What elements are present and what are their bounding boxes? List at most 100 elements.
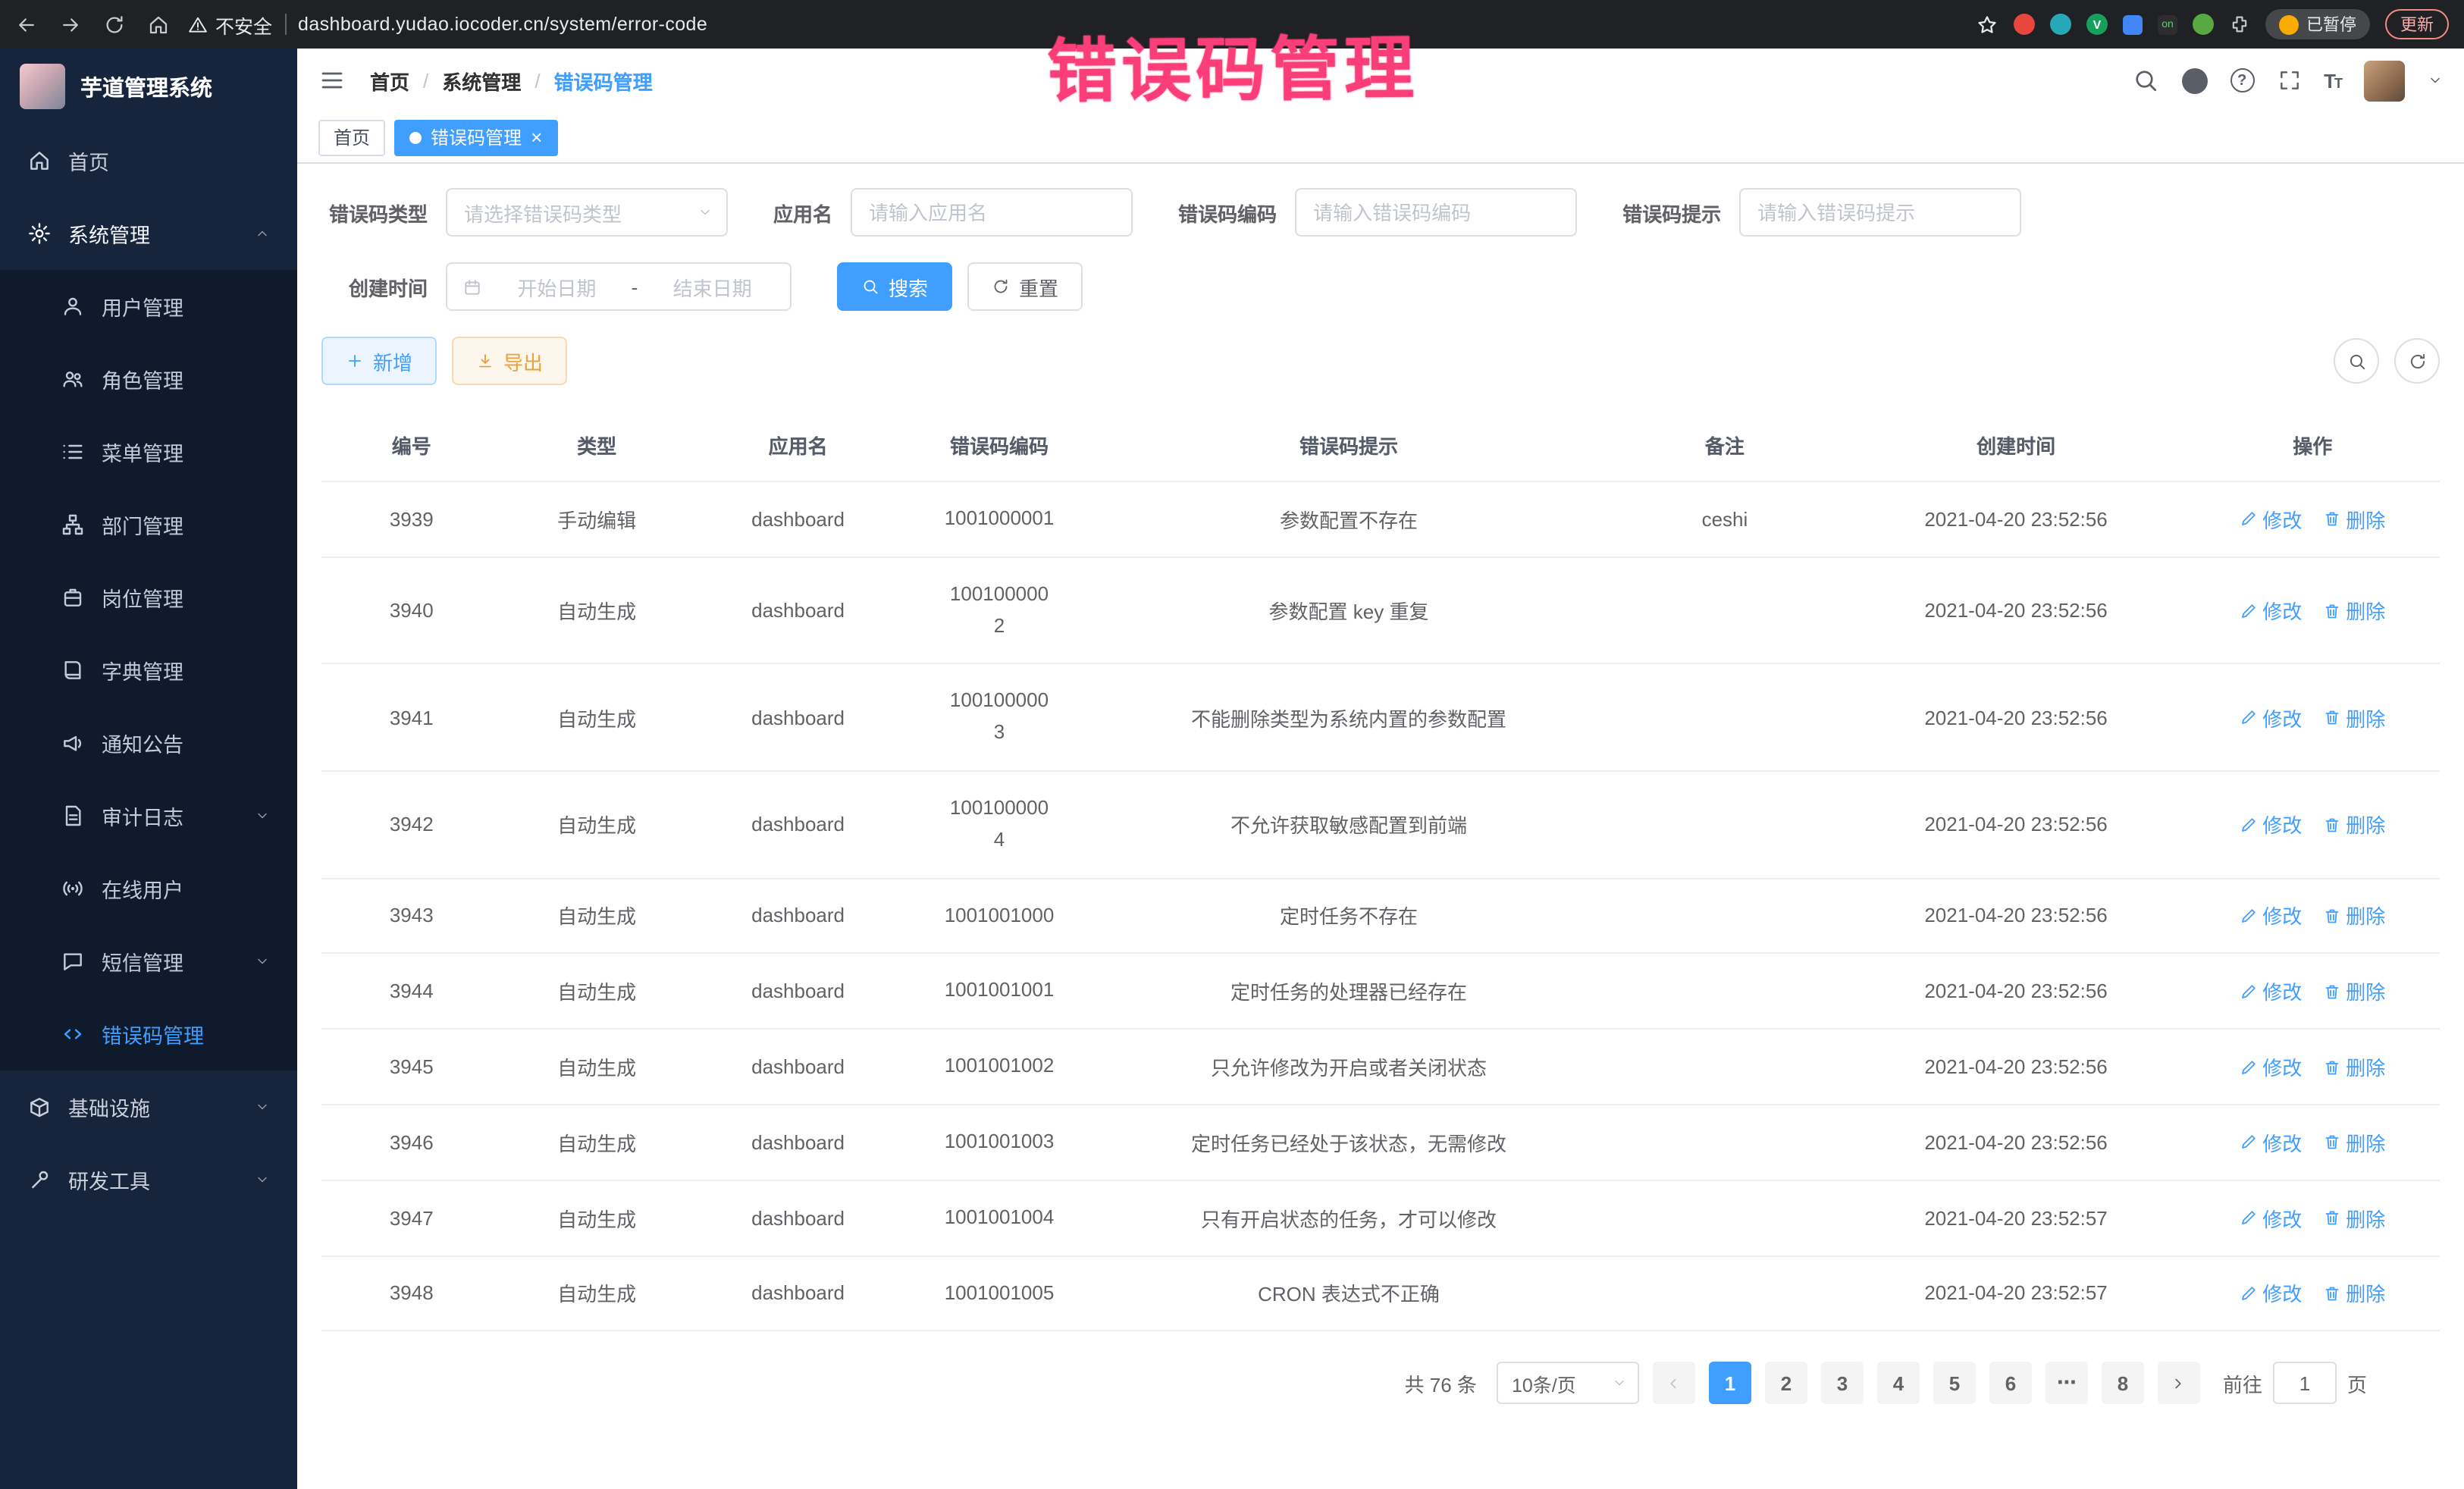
sidebar-item-infrastructure[interactable]: 基础设施: [0, 1071, 297, 1143]
sidebar-item-dictionary-management[interactable]: 字典管理: [0, 634, 297, 707]
users-icon: [61, 367, 85, 391]
breadcrumb-current: 错误码管理: [554, 66, 653, 95]
delete-link[interactable]: 删除: [2323, 1203, 2385, 1232]
extensions-puzzle-icon[interactable]: [2229, 14, 2250, 35]
logo[interactable]: 芋道管理系统: [0, 49, 297, 124]
security-indicator[interactable]: 不安全: [188, 10, 272, 39]
sidebar-toggle-icon[interactable]: [318, 67, 346, 94]
sidebar-item-error-code-management[interactable]: 错误码管理: [0, 998, 297, 1071]
sidebar-item-sms-management[interactable]: 短信管理: [0, 925, 297, 998]
edit-link[interactable]: 修改: [2240, 977, 2302, 1006]
tab-home[interactable]: 首页: [318, 119, 385, 155]
pagination-page-4[interactable]: 4: [1877, 1362, 1920, 1405]
edit-link[interactable]: 修改: [2240, 596, 2302, 625]
reload-icon[interactable]: [103, 13, 126, 36]
fullscreen-icon[interactable]: [2277, 68, 2301, 92]
search-icon[interactable]: [2131, 67, 2158, 94]
sidebar-item-audit-log[interactable]: 审计日志: [0, 779, 297, 852]
back-icon[interactable]: [15, 13, 38, 36]
extension-icon-leaf[interactable]: [2193, 14, 2214, 35]
font-size-icon[interactable]: TT: [2324, 69, 2341, 92]
tab-error-code-management[interactable]: 错误码管理 ×: [394, 119, 557, 155]
pagination-page-8[interactable]: 8: [2102, 1362, 2144, 1405]
toggle-search-button[interactable]: [2334, 338, 2379, 384]
pagination-next[interactable]: [2158, 1362, 2200, 1405]
delete-link[interactable]: 删除: [2323, 1052, 2385, 1081]
sidebar-item-user-management[interactable]: 用户管理: [0, 270, 297, 343]
delete-link[interactable]: 删除: [2323, 810, 2385, 839]
sidebar-item-menu-management[interactable]: 菜单管理: [0, 415, 297, 488]
sidebar-item-online-users[interactable]: 在线用户: [0, 852, 297, 925]
sidebar-item-department-management[interactable]: 部门管理: [0, 488, 297, 561]
pagination-more[interactable]: ⋯: [2045, 1362, 2088, 1405]
sidebar-item-announcement[interactable]: 通知公告: [0, 707, 297, 779]
edit-link[interactable]: 修改: [2240, 1203, 2302, 1232]
sidebar-item-role-management[interactable]: 角色管理: [0, 343, 297, 415]
delete-link[interactable]: 删除: [2323, 1128, 2385, 1157]
error-code-input[interactable]: [1295, 188, 1577, 237]
delete-link[interactable]: 删除: [2323, 596, 2385, 625]
profile-paused-badge[interactable]: 已暂停: [2265, 9, 2370, 39]
extension-icon-green[interactable]: V: [2086, 14, 2108, 35]
edit-link[interactable]: 修改: [2240, 505, 2302, 534]
sidebar-item-system-management[interactable]: 系统管理: [0, 197, 297, 270]
extension-icon-on[interactable]: on: [2158, 14, 2177, 34]
delete-icon: [2323, 1284, 2341, 1302]
chevron-down-icon: [255, 808, 270, 823]
forward-icon[interactable]: [59, 13, 82, 36]
breadcrumb-system[interactable]: 系统管理: [442, 66, 521, 95]
edit-link[interactable]: 修改: [2240, 1279, 2302, 1308]
user-avatar[interactable]: [2364, 60, 2405, 101]
edit-icon: [2240, 708, 2258, 726]
chevron-down-icon[interactable]: [2428, 73, 2443, 88]
header-hint: 错误码提示: [1095, 409, 1603, 481]
edit-link[interactable]: 修改: [2240, 1052, 2302, 1081]
error-hint-input[interactable]: [1739, 188, 2021, 237]
pagination-page-6[interactable]: 6: [1989, 1362, 2032, 1405]
breadcrumb-home[interactable]: 首页: [370, 66, 409, 95]
pagination-page-5[interactable]: 5: [1933, 1362, 1976, 1405]
chevron-down-icon: [1612, 1376, 1627, 1391]
delete-link[interactable]: 删除: [2323, 505, 2385, 534]
edit-link[interactable]: 修改: [2240, 901, 2302, 930]
pagination-prev[interactable]: [1653, 1362, 1695, 1405]
bookmark-star-icon[interactable]: [1976, 13, 1998, 36]
home-icon[interactable]: [147, 13, 170, 36]
refresh-table-button[interactable]: [2394, 338, 2440, 384]
close-icon[interactable]: ×: [531, 127, 542, 147]
error-type-select[interactable]: 请选择错误码类型: [446, 188, 728, 237]
add-button[interactable]: 新增: [321, 337, 437, 385]
page-size-select[interactable]: 10条/页: [1497, 1362, 1639, 1405]
extension-icon-teal[interactable]: [2050, 14, 2071, 35]
app-name-input[interactable]: [851, 188, 1133, 237]
extension-icon-blue[interactable]: [2123, 14, 2143, 34]
pagination-page-3[interactable]: 3: [1821, 1362, 1864, 1405]
edit-link[interactable]: 修改: [2240, 810, 2302, 839]
delete-link[interactable]: 删除: [2323, 901, 2385, 930]
delete-link[interactable]: 删除: [2323, 977, 2385, 1006]
delete-link[interactable]: 删除: [2323, 703, 2385, 732]
sidebar-item-home[interactable]: 首页: [0, 124, 297, 197]
edit-link[interactable]: 修改: [2240, 703, 2302, 732]
sidebar-item-position-management[interactable]: 岗位管理: [0, 561, 297, 634]
create-time-range-picker[interactable]: 开始日期 - 结束日期: [446, 262, 792, 311]
divider: [284, 14, 286, 35]
warning-icon: [188, 14, 208, 34]
help-icon[interactable]: ?: [2230, 68, 2254, 92]
pagination-page-1[interactable]: 1: [1709, 1362, 1751, 1405]
extension-icon-red[interactable]: [2014, 14, 2035, 35]
reset-button[interactable]: 重置: [967, 262, 1083, 311]
delete-link[interactable]: 删除: [2323, 1279, 2385, 1308]
table-row: 3948 自动生成 dashboard 1001001005 CRON 表达式不…: [321, 1255, 2440, 1331]
edit-link[interactable]: 修改: [2240, 1128, 2302, 1157]
browser-update-button[interactable]: 更新: [2385, 9, 2449, 39]
github-icon[interactable]: [2181, 67, 2207, 93]
export-button[interactable]: 导出: [452, 337, 567, 385]
pagination-page-2[interactable]: 2: [1765, 1362, 1807, 1405]
goto-page-input[interactable]: [2273, 1362, 2337, 1405]
calendar-icon: [462, 277, 482, 296]
sidebar-item-devtools[interactable]: 研发工具: [0, 1143, 297, 1216]
search-button[interactable]: 搜索: [837, 262, 952, 311]
delete-icon: [2323, 983, 2341, 1001]
delete-icon: [2323, 1058, 2341, 1076]
